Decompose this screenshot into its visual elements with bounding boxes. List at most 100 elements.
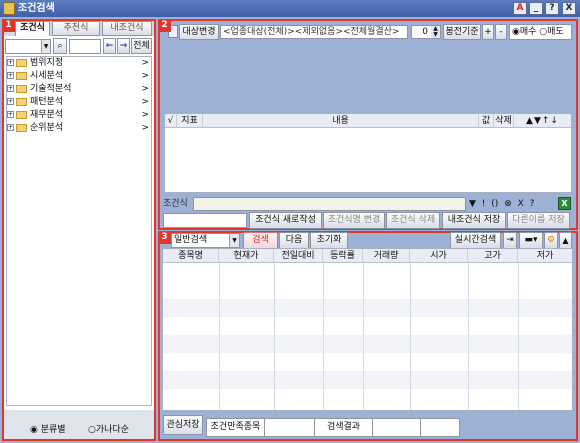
search-button[interactable]: 검색 bbox=[243, 232, 278, 249]
operator-clear[interactable]: X bbox=[518, 199, 524, 209]
panel-badge-2: 2 bbox=[158, 19, 171, 32]
result-extra-field bbox=[420, 418, 460, 437]
chevron-down-icon[interactable]: ▼ bbox=[41, 40, 50, 53]
result-label: 검색결과 bbox=[315, 419, 373, 436]
row-stripe bbox=[163, 335, 572, 353]
condition-expr-label: 조건식 bbox=[163, 199, 188, 209]
col-line bbox=[468, 263, 469, 410]
operator-xor[interactable]: ⊗ bbox=[504, 199, 512, 209]
radio-empty-icon: ○ bbox=[88, 425, 96, 435]
col-open[interactable]: 시가 bbox=[410, 249, 468, 263]
operator-buttons: ▼ ! () ⊗ X ? bbox=[469, 198, 559, 211]
next-arrow-icon[interactable]: → bbox=[117, 38, 130, 54]
tree-label: 범위지정 bbox=[30, 58, 64, 68]
tree-item-pattern[interactable]: + 패턴분석 > bbox=[7, 96, 151, 109]
chevron-right-icon: > bbox=[141, 97, 149, 107]
radio-alphabetical[interactable]: ○가나다순 bbox=[88, 422, 129, 435]
delete-condition-button[interactable]: 조건식 삭제 bbox=[386, 212, 440, 229]
operator-help[interactable]: ? bbox=[530, 199, 535, 209]
search-icon[interactable]: ⌕ bbox=[53, 38, 67, 54]
col-indicator: 지표 bbox=[177, 114, 203, 128]
next-button[interactable]: 다음 bbox=[279, 232, 309, 249]
tree-label: 패턴분석 bbox=[30, 97, 64, 107]
watchlist-save-button[interactable]: 관심저장 bbox=[163, 415, 203, 435]
new-condition-button[interactable]: 조건식 새로작성 bbox=[249, 212, 322, 229]
col-low[interactable]: 저가 bbox=[518, 249, 572, 263]
col-content: 내용 bbox=[203, 114, 479, 128]
tree-item-range[interactable]: + 범위지정 > bbox=[7, 57, 151, 70]
all-button[interactable]: 전체 bbox=[131, 38, 152, 54]
realtime-search-button[interactable]: 실시간검색 bbox=[450, 232, 501, 249]
chevron-right-icon: > bbox=[141, 110, 149, 120]
col-change-rate[interactable]: 등락률 bbox=[323, 249, 363, 263]
close-button[interactable]: X bbox=[562, 2, 576, 15]
collapse-icon[interactable]: ▲ bbox=[559, 232, 572, 249]
tree-item-finance[interactable]: + 재무분석 > bbox=[7, 109, 151, 122]
help-button[interactable]: ? bbox=[545, 2, 559, 15]
chevron-down-icon[interactable]: ▼ bbox=[229, 234, 239, 247]
add-bong-button[interactable]: + bbox=[482, 24, 494, 40]
expand-icon[interactable]: + bbox=[7, 72, 14, 79]
row-stripe bbox=[163, 299, 572, 317]
prev-arrow-icon[interactable]: ← bbox=[103, 38, 116, 54]
col-move: ▲▼↑↓ bbox=[526, 116, 559, 126]
target-summary-field: <업종대상(전체)><제외없음><전체월결산> bbox=[220, 25, 408, 39]
operator-dropdown[interactable]: ▼ bbox=[469, 199, 476, 209]
buy-sell-toggle[interactable]: ◉매수 ○매도 bbox=[509, 24, 572, 40]
radio-by-category[interactable]: ◉ 분류별 bbox=[30, 422, 66, 435]
save-as-button[interactable]: 다른이름 저장 bbox=[507, 212, 570, 229]
col-line bbox=[363, 263, 364, 410]
rename-condition-button[interactable]: 조건식명 변경 bbox=[323, 212, 385, 229]
expand-icon[interactable]: + bbox=[7, 98, 14, 105]
settings-icon[interactable]: ⚙ bbox=[544, 232, 558, 249]
results-grid: 종목명 현재가 전일대비 등락률 거래량 시가 고가 저가 bbox=[162, 248, 573, 411]
col-line bbox=[274, 263, 275, 410]
col-value: 값 bbox=[479, 114, 494, 128]
col-high[interactable]: 고가 bbox=[468, 249, 518, 263]
operator-close-paren[interactable]: ) bbox=[495, 199, 499, 209]
expand-icon[interactable]: + bbox=[7, 59, 14, 66]
panel-badge-1: 1 bbox=[2, 19, 15, 32]
tab-condition[interactable]: 조건식 bbox=[15, 21, 50, 36]
search-input[interactable] bbox=[69, 39, 101, 54]
chevron-right-icon: > bbox=[141, 84, 149, 94]
chevron-right-icon: > bbox=[141, 71, 149, 81]
font-button[interactable]: A bbox=[513, 2, 527, 15]
minimize-button[interactable]: _ bbox=[529, 2, 543, 15]
excel-icon[interactable]: X bbox=[558, 197, 571, 210]
sub-bong-button[interactable]: - bbox=[495, 24, 507, 40]
target-change-button[interactable]: 대상변경 bbox=[179, 24, 219, 40]
folder-icon bbox=[16, 58, 27, 67]
tab-recommend[interactable]: 추천식 bbox=[52, 21, 100, 36]
col-line bbox=[410, 263, 411, 410]
expand-icon[interactable]: + bbox=[7, 124, 14, 131]
tree-item-rank[interactable]: + 순위분석 > bbox=[7, 122, 151, 135]
tree-label: 재무분석 bbox=[30, 110, 64, 120]
condition-name-input[interactable] bbox=[163, 213, 247, 228]
operator-not[interactable]: ! bbox=[482, 199, 486, 209]
tree-item-technical[interactable]: + 기술적분석 > bbox=[7, 83, 151, 96]
results-grid-header: 종목명 현재가 전일대비 등락률 거래량 시가 고가 저가 bbox=[163, 249, 572, 263]
expand-icon[interactable]: + bbox=[7, 111, 14, 118]
view-menu-icon[interactable]: ▬▾ bbox=[519, 232, 543, 249]
col-stock-name[interactable]: 종목명 bbox=[163, 249, 219, 263]
expand-icon[interactable]: + bbox=[7, 85, 14, 92]
radio-selected-icon: ◉ bbox=[30, 425, 38, 435]
col-volume[interactable]: 거래량 bbox=[363, 249, 410, 263]
col-current-price[interactable]: 현재가 bbox=[219, 249, 274, 263]
col-change[interactable]: 전일대비 bbox=[274, 249, 323, 263]
col-line bbox=[518, 263, 519, 410]
reset-button[interactable]: 초기화 bbox=[310, 232, 348, 249]
condition-expr-input[interactable] bbox=[193, 197, 466, 211]
col-line bbox=[323, 263, 324, 410]
spinner-icon[interactable]: ▲ ▼ bbox=[431, 26, 440, 38]
radio-label: 가나다순 bbox=[95, 425, 129, 435]
tree-item-market[interactable]: + 시세분석 > bbox=[7, 70, 151, 83]
col-check: √ bbox=[165, 114, 177, 128]
tab-my-condition[interactable]: 내조건식 bbox=[102, 21, 152, 36]
match-count-label: 조건만족종목 bbox=[207, 419, 265, 436]
panel-badge-3: 3 bbox=[158, 231, 171, 244]
save-my-condition-button[interactable]: 내조건식 저장 bbox=[442, 212, 506, 229]
export-icon[interactable]: ⇥ bbox=[503, 232, 517, 249]
radio-label: 분류별 bbox=[40, 425, 66, 435]
